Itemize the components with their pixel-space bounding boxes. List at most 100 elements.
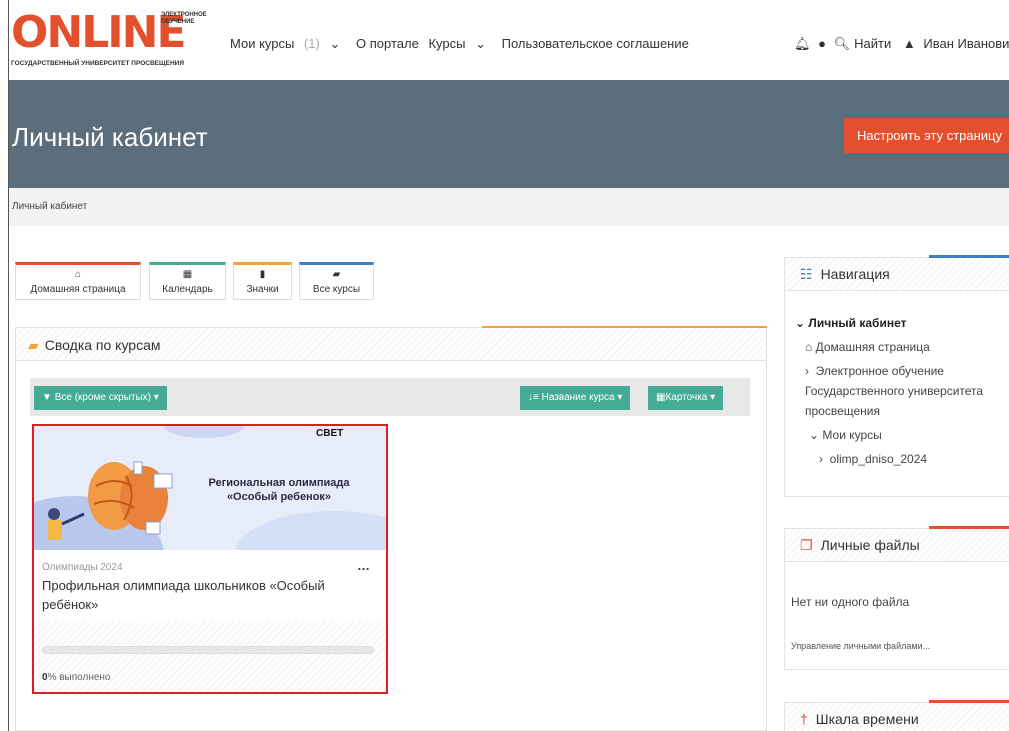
private-files-title-text: Личные файлы	[820, 537, 920, 553]
course-card-image[interactable]: СВЕТ Региональная олимпиада «Особый ребе…	[34, 426, 386, 550]
course-category: Олимпиады 2024	[42, 562, 123, 573]
progress-suffix: % выполнено	[47, 672, 111, 683]
quick-link-label: Значки	[246, 284, 279, 295]
nav-item-home[interactable]: ⌂ Домашняя страница	[805, 340, 930, 354]
filter-label: Все (кроме скрытых)	[54, 392, 151, 403]
nav-item-dashboard-label: Личный кабинет	[808, 316, 907, 330]
quick-link-home[interactable]: ⌂ Домашняя страница	[15, 262, 141, 300]
search-label: Найти	[854, 36, 892, 51]
page-header: Личный кабинет Настроить эту страницу	[9, 80, 1009, 188]
course-card-footer: 0% выполнено	[34, 622, 386, 692]
quick-link-badges[interactable]: ▮ Значки	[233, 262, 292, 300]
files-icon: ❐	[800, 537, 813, 553]
course-overview-block: ▰ Сводка по курсам ▼ Все (кроме скрытых) …	[15, 326, 767, 731]
nav-item-course-label: olimp_dniso_2024	[829, 452, 928, 466]
quick-link-label: Домашняя страница	[30, 284, 126, 295]
breadcrumb[interactable]: Личный кабинет	[12, 201, 87, 212]
nav-item-home-label: Домашняя страница	[815, 340, 930, 354]
filter-dropdown-button[interactable]: ▼ Все (кроме скрытых) ▾	[34, 386, 167, 410]
course-filter-bar: ▼ Все (кроме скрытых) ▾ ↓≡ Название курс…	[30, 378, 750, 416]
chevron-down-icon: ⌄	[795, 316, 806, 330]
calendar-icon: ▦	[182, 269, 193, 280]
user-icon: ▲	[902, 36, 916, 51]
pin-icon: †	[800, 711, 808, 727]
menu-about[interactable]: О портале	[356, 36, 419, 51]
bell-icon[interactable]: 🔔︎	[794, 36, 811, 51]
timeline-title-text: Шкала времени	[815, 711, 919, 727]
nav-item-elearning[interactable]: › Электронное обучение	[805, 364, 944, 378]
private-files-header: ❐ Личные файлы	[785, 529, 1009, 562]
quick-link-all-courses[interactable]: ▰ Все курсы	[299, 262, 374, 300]
site-logo[interactable]: ONLINE ЭЛЕКТРОННОЕ ОБУЧЕНИЕ ГОСУДАРСТВЕН…	[11, 8, 211, 70]
course-name-link[interactable]: Профильная олимпиада школьников «Особый …	[42, 576, 362, 614]
logo-side-text: ЭЛЕКТРОННОЕ ОБУЧЕНИЕ	[161, 12, 207, 25]
navigation-title-text: Навигация	[820, 266, 890, 282]
home-icon: ⌂	[805, 340, 813, 354]
nav-item-elearning-line1: Электронное обучение	[815, 364, 944, 378]
navigation-header: ☷ Навигация	[785, 258, 1009, 291]
filter-icon: ▼	[42, 392, 52, 403]
top-navbar: ONLINE ЭЛЕКТРОННОЕ ОБУЧЕНИЕ ГОСУДАРСТВЕН…	[9, 0, 1009, 80]
menu-my-courses-label: Мои курсы	[230, 36, 295, 51]
chevron-down-icon: ⌄	[809, 428, 820, 442]
main-menu: Мои курсы (1) ⌄ О портале Курсы ⌄ Пользо…	[230, 36, 695, 52]
caret-down-icon: ▾	[153, 392, 159, 403]
quick-link-calendar[interactable]: ▦ Календарь	[149, 262, 226, 300]
nav-item-elearning-line3[interactable]: просвещения	[805, 404, 880, 418]
course-card[interactable]: СВЕТ Региональная олимпиада «Особый ребе…	[32, 424, 388, 694]
bookmark-icon: ▮	[259, 269, 266, 280]
nav-item-my-courses-label: Мои курсы	[822, 428, 882, 442]
progress-bar	[42, 646, 374, 654]
sort-icon: ↓≡	[528, 392, 539, 403]
chevron-right-icon: ›	[819, 452, 823, 466]
search-button[interactable]: 🔍︎ Найти	[834, 36, 896, 51]
customize-page-button[interactable]: Настроить эту страницу	[844, 118, 1009, 153]
timeline-header: † Шкала времени	[785, 703, 1009, 731]
brand-logo: СВЕТ	[316, 428, 344, 439]
caret-down-icon: ▾	[710, 392, 716, 403]
block-accent-bar	[482, 326, 767, 328]
caret-down-icon: ▾	[617, 392, 623, 403]
home-icon: ⌂	[74, 269, 82, 280]
search-icon: 🔍︎	[833, 36, 851, 51]
course-overview-title-text: Сводка по курсам	[44, 337, 161, 353]
timeline-title: † Шкала времени	[800, 711, 919, 727]
chat-icon[interactable]: ●	[818, 36, 826, 51]
menu-agreement[interactable]: Пользовательское соглашение	[502, 36, 689, 51]
chevron-right-icon: ›	[805, 364, 809, 378]
nav-item-my-courses[interactable]: ⌄ Мои курсы	[809, 428, 882, 442]
nav-item-elearning-line2[interactable]: Государственного университета	[805, 384, 983, 398]
menu-my-courses[interactable]: Мои курсы (1) ⌄	[230, 36, 346, 51]
menu-my-courses-count: (1)	[303, 36, 320, 51]
logo-subtitle: ГОСУДАРСТВЕННЫЙ УНИВЕРСИТЕТ ПРОСВЕЩЕНИЯ	[11, 60, 184, 67]
quick-link-label: Календарь	[162, 284, 213, 295]
menu-courses[interactable]: Курсы ⌄	[428, 36, 492, 51]
view-dropdown-button[interactable]: ▦Карточка ▾	[648, 386, 724, 410]
book-icon: ▰	[28, 337, 39, 353]
sitemap-icon: ☷	[800, 266, 813, 282]
navigation-title: ☷ Навигация	[800, 266, 890, 283]
course-actions-menu[interactable]: …	[357, 558, 370, 573]
progress-text: 0% выполнено	[42, 672, 111, 683]
nav-item-dashboard[interactable]: ⌄ Личный кабинет	[795, 316, 907, 330]
nav-right: 🔔︎ ● 🔍︎ Найти ▲ Иван Иванови	[794, 36, 1009, 52]
sort-dropdown-button[interactable]: ↓≡ Название курса ▾	[520, 386, 631, 410]
sort-label: Название курса	[541, 392, 615, 403]
book-icon: ▰	[332, 269, 341, 280]
user-name: Иван Иванови	[923, 36, 1009, 51]
private-files-block: ❐ Личные файлы Нет ни одного файла Управл…	[784, 526, 1009, 670]
logo-wordmark: ONLINE	[11, 7, 187, 58]
chevron-down-icon: ⌄	[475, 36, 486, 51]
course-overview-title: ▰ Сводка по курсам	[28, 337, 161, 354]
nav-item-course[interactable]: › olimp_dniso_2024	[819, 452, 927, 466]
navigation-block: ☷ Навигация ⌄ Личный кабинет ⌂ Домашняя с…	[784, 255, 1009, 497]
private-files-empty: Нет ни одного файла	[791, 595, 910, 609]
course-overview-header: ▰ Сводка по курсам	[16, 326, 767, 361]
user-menu[interactable]: ▲ Иван Иванови	[903, 36, 1009, 51]
browser-frame: ONLINE ЭЛЕКТРОННОЕ ОБУЧЕНИЕ ГОСУДАРСТВЕН…	[8, 0, 1009, 731]
page-title: Личный кабинет	[12, 122, 208, 152]
manage-files-link[interactable]: Управление личными файлами...	[791, 641, 930, 651]
course-image-title: Региональная олимпиада «Особый ребенок»	[208, 477, 350, 503]
menu-courses-label: Курсы	[428, 36, 466, 51]
chevron-down-icon: ⌄	[329, 36, 341, 51]
